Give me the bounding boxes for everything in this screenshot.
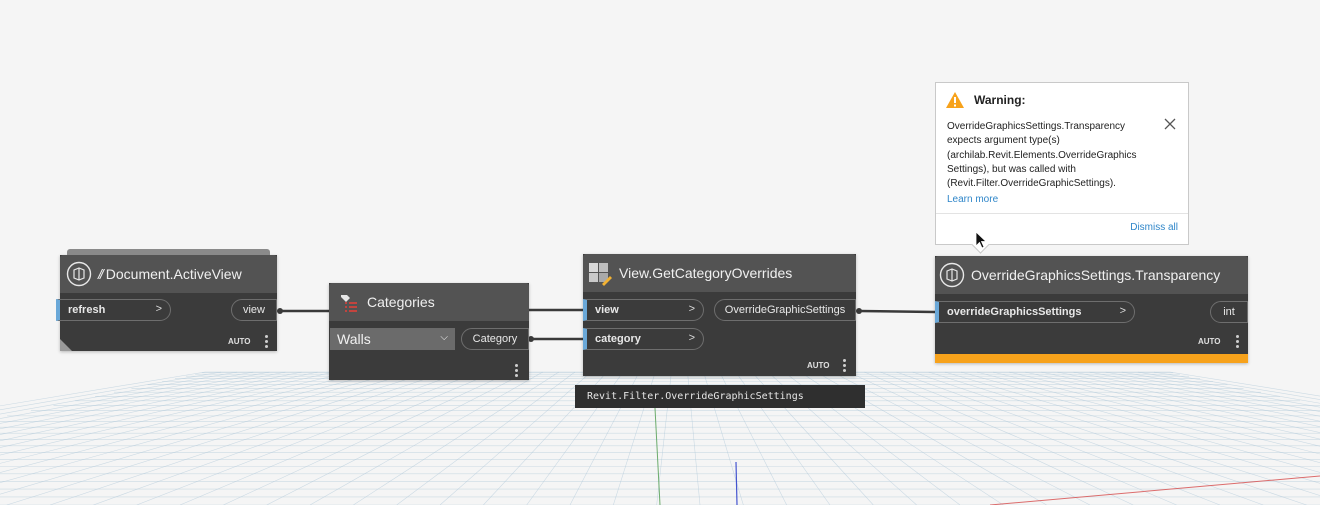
learn-more-link[interactable]: Learn more <box>947 194 998 205</box>
output-port-view[interactable]: view <box>231 299 277 321</box>
node-document-active-view[interactable]: //Document.ActiveView refresh > view AUT… <box>56 249 277 351</box>
warning-triangle-icon <box>946 92 964 108</box>
node-title: View.GetCategoryOverrides <box>619 265 793 281</box>
port-arrow: > <box>688 332 695 344</box>
node-categories[interactable]: Categories Walls ⌵ Category <box>329 283 529 380</box>
warning-message: OverrideGraphicsSettings.Transparency ex… <box>947 121 1137 190</box>
node-menu-icon[interactable] <box>841 357 847 374</box>
divider <box>936 213 1188 214</box>
view-category-icon <box>589 263 612 286</box>
chevron-down-icon: ⌵ <box>440 332 448 343</box>
output-port-int[interactable]: int <box>1210 301 1248 323</box>
port-arrow: > <box>1119 305 1126 317</box>
close-icon[interactable] <box>1163 117 1177 131</box>
node-header[interactable]: Categories <box>329 283 529 321</box>
node-title: Categories <box>367 294 435 310</box>
lacing-auto-label[interactable]: AUTO <box>228 337 251 346</box>
output-port-override-graphic-settings[interactable]: OverrideGraphicSettings <box>714 299 856 321</box>
warning-title: Warning: <box>974 93 1026 107</box>
warning-popup: Warning: OverrideGraphicsSettings.Transp… <box>935 82 1189 254</box>
warning-state-bar <box>935 354 1248 363</box>
input-port-view[interactable]: view > <box>583 299 704 321</box>
dismiss-all-link[interactable]: Dismiss all <box>1130 222 1178 233</box>
input-port-refresh[interactable]: refresh > <box>56 299 171 321</box>
category-dropdown[interactable]: Walls ⌵ <box>330 328 455 350</box>
override-graphics-icon <box>939 262 965 288</box>
output-preview-tooltip: Revit.Filter.OverrideGraphicSettings <box>575 385 865 408</box>
mouse-cursor-icon <box>975 231 987 249</box>
node-header[interactable]: //Document.ActiveView <box>60 255 277 293</box>
port-arrow: > <box>688 303 695 315</box>
node-title: OverrideGraphicsSettings.Transparency <box>971 267 1221 283</box>
node-menu-icon[interactable] <box>1234 333 1240 350</box>
lacing-auto-label[interactable]: AUTO <box>807 361 830 370</box>
node-menu-icon[interactable] <box>513 362 519 379</box>
lacing-auto-label[interactable]: AUTO <box>1198 337 1221 346</box>
node-view-get-category-overrides[interactable]: View.GetCategoryOverrides view > categor… <box>583 254 856 376</box>
graph-canvas[interactable]: //Document.ActiveView refresh > view AUT… <box>0 0 1320 505</box>
node-header[interactable]: View.GetCategoryOverrides <box>583 254 856 292</box>
categories-icon <box>341 295 357 312</box>
port-arrow: > <box>155 303 162 315</box>
input-port-override-graphics-settings[interactable]: overrideGraphicsSettings > <box>935 301 1135 323</box>
node-override-graphics-transparency[interactable]: OverrideGraphicsSettings.Transparency ov… <box>935 256 1248 363</box>
output-port-category[interactable]: Category <box>461 328 529 350</box>
node-title: //Document.ActiveView <box>98 266 242 282</box>
input-port-category[interactable]: category > <box>583 328 704 350</box>
node-header[interactable]: OverrideGraphicsSettings.Transparency <box>935 256 1248 294</box>
node-menu-icon[interactable] <box>263 333 269 350</box>
document-active-view-icon <box>66 261 92 287</box>
